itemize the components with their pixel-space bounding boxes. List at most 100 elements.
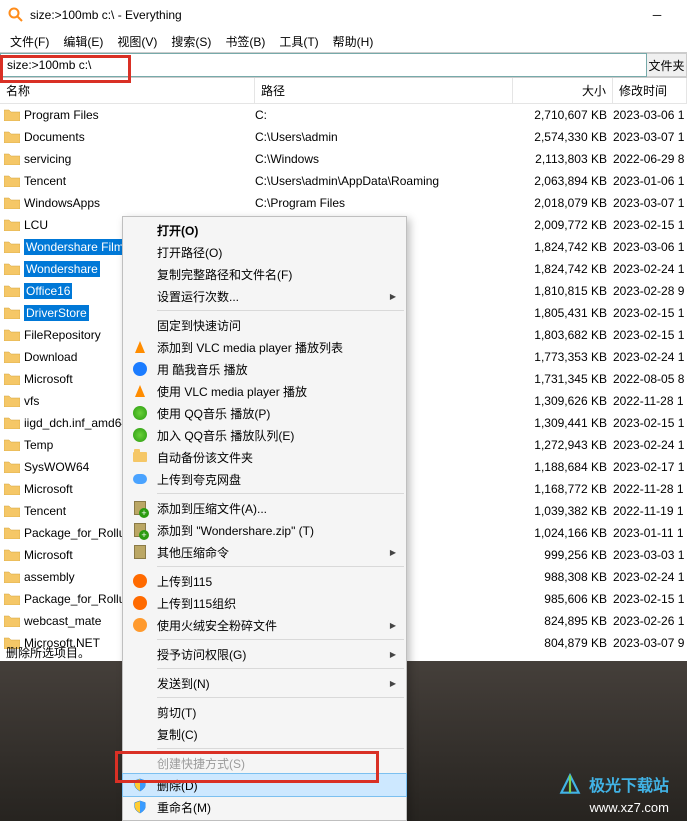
- folder-icon: [4, 305, 20, 321]
- menu-separator: [157, 668, 404, 669]
- menu-item-label: 上传到夸克网盘: [157, 471, 241, 488]
- file-type-button[interactable]: 文件夹: [647, 53, 687, 77]
- menu-item[interactable]: 剪切(T): [123, 701, 406, 723]
- cell-name: servicing: [24, 152, 255, 166]
- menu-item[interactable]: 删除(D): [123, 774, 406, 796]
- menu-item[interactable]: 使用 VLC media player 播放: [123, 380, 406, 402]
- zip-icon: [131, 543, 149, 561]
- menu-item[interactable]: 重命名(M): [123, 796, 406, 818]
- table-row[interactable]: WindowsAppsC:\Program Files2,018,079 KB2…: [0, 192, 687, 214]
- menu-item[interactable]: 使用火绒安全粉碎文件: [123, 614, 406, 636]
- menu-item[interactable]: 固定到快速访问: [123, 314, 406, 336]
- cell-size: 985,606 KB: [513, 592, 613, 606]
- menu-item-label: 自动备份该文件夹: [157, 449, 253, 466]
- folder-icon: [4, 503, 20, 519]
- cell-size: 1,188,684 KB: [513, 460, 613, 474]
- menu-item[interactable]: 上传到115: [123, 570, 406, 592]
- folder-icon: [4, 107, 20, 123]
- zip-add-icon: [131, 499, 149, 517]
- menu-item[interactable]: 打开(O): [123, 219, 406, 241]
- cell-date: 2023-02-24 1: [613, 350, 687, 364]
- cell-date: 2023-02-15 1: [613, 218, 687, 232]
- search-input[interactable]: [0, 53, 647, 77]
- menu-item[interactable]: 设置运行次数...: [123, 285, 406, 307]
- menu-help[interactable]: 帮助(H): [327, 31, 380, 52]
- menu-item-label: 其他压缩命令: [157, 544, 229, 561]
- cell-date: 2023-03-07 1: [613, 196, 687, 210]
- menu-item[interactable]: 添加到 "Wondershare.zip" (T): [123, 519, 406, 541]
- menu-item[interactable]: 用 酷我音乐 播放: [123, 358, 406, 380]
- cell-date: 2023-02-28 9: [613, 284, 687, 298]
- menu-edit[interactable]: 编辑(E): [57, 31, 109, 52]
- app-icon: [8, 7, 24, 23]
- header-path[interactable]: 路径: [255, 78, 513, 103]
- cell-size: 988,308 KB: [513, 570, 613, 584]
- menu-view[interactable]: 视图(V): [111, 31, 163, 52]
- cell-path: C:\Windows: [255, 152, 513, 166]
- menu-item[interactable]: 添加到压缩文件(A)...: [123, 497, 406, 519]
- cell-size: 2,113,803 KB: [513, 152, 613, 166]
- watermark-logo: 极光下载站: [557, 771, 669, 797]
- table-row[interactable]: Program FilesC:2,710,607 KB2023-03-06 1: [0, 104, 687, 126]
- folder-icon: [4, 129, 20, 145]
- menu-file[interactable]: 文件(F): [4, 31, 55, 52]
- menu-item[interactable]: 自动备份该文件夹: [123, 446, 406, 468]
- cell-path: C:: [255, 108, 513, 122]
- minimize-button[interactable]: ─: [635, 1, 679, 29]
- table-row[interactable]: servicingC:\Windows2,113,803 KB2022-06-2…: [0, 148, 687, 170]
- kugou-icon: [131, 360, 149, 378]
- cell-size: 2,063,894 KB: [513, 174, 613, 188]
- menu-item[interactable]: 打开路径(O): [123, 241, 406, 263]
- cell-date: 2022-06-29 8: [613, 152, 687, 166]
- menu-item[interactable]: 授予访问权限(G): [123, 643, 406, 665]
- menu-item-label: 固定到快速访问: [157, 317, 241, 334]
- menu-item[interactable]: 发送到(N): [123, 672, 406, 694]
- menu-item-label: 复制(C): [157, 726, 198, 743]
- zip-add-icon: [131, 521, 149, 539]
- cell-path: C:\Program Files: [255, 196, 513, 210]
- header-name[interactable]: 名称: [0, 78, 255, 103]
- cell-name: WindowsApps: [24, 196, 255, 210]
- menu-separator: [157, 310, 404, 311]
- cell-date: 2022-08-05 8: [613, 372, 687, 386]
- header-size[interactable]: 大小: [513, 78, 613, 103]
- menu-item[interactable]: 上传到115组织: [123, 592, 406, 614]
- cell-date: 2022-11-28 1: [613, 394, 687, 408]
- folder-icon: [4, 195, 20, 211]
- menu-tools[interactable]: 工具(T): [273, 31, 324, 52]
- cell-size: 1,805,431 KB: [513, 306, 613, 320]
- menu-item[interactable]: 添加到 VLC media player 播放列表: [123, 336, 406, 358]
- menu-item-label: 发送到(N): [157, 675, 210, 692]
- menu-bookmark[interactable]: 书签(B): [219, 31, 271, 52]
- menu-item: 创建快捷方式(S): [123, 752, 406, 774]
- cell-size: 2,710,607 KB: [513, 108, 613, 122]
- menu-item-label: 加入 QQ音乐 播放队列(E): [157, 427, 294, 444]
- menu-item[interactable]: 使用 QQ音乐 播放(P): [123, 402, 406, 424]
- table-row[interactable]: TencentC:\Users\admin\AppData\Roaming2,0…: [0, 170, 687, 192]
- cell-size: 1,803,682 KB: [513, 328, 613, 342]
- menu-item-label: 用 酷我音乐 播放: [157, 361, 248, 378]
- cell-date: 2023-03-03 1: [613, 548, 687, 562]
- menu-item[interactable]: 其他压缩命令: [123, 541, 406, 563]
- cell-date: 2022-11-19 1: [613, 504, 687, 518]
- folder-icon: [4, 569, 20, 585]
- vlc-icon: [131, 338, 149, 356]
- menu-separator: [157, 697, 404, 698]
- 115-icon: [131, 572, 149, 590]
- menu-item[interactable]: 加入 QQ音乐 播放队列(E): [123, 424, 406, 446]
- folder-icon: [4, 481, 20, 497]
- cell-date: 2023-01-06 1: [613, 174, 687, 188]
- header-date[interactable]: 修改时间: [613, 78, 687, 103]
- cell-size: 1,824,742 KB: [513, 240, 613, 254]
- menu-item-label: 使用火绒安全粉碎文件: [157, 617, 277, 634]
- menu-item-label: 重命名(M): [157, 799, 211, 816]
- menu-item[interactable]: 上传到夸克网盘: [123, 468, 406, 490]
- folder-icon: [4, 327, 20, 343]
- watermark-url: www.xz7.com: [590, 800, 669, 815]
- folder-icon: [4, 547, 20, 563]
- menu-search[interactable]: 搜索(S): [165, 31, 217, 52]
- table-row[interactable]: DocumentsC:\Users\admin2,574,330 KB2023-…: [0, 126, 687, 148]
- menu-item[interactable]: 复制完整路径和文件名(F): [123, 263, 406, 285]
- menu-item[interactable]: 复制(C): [123, 723, 406, 745]
- cell-date: 2023-02-17 1: [613, 460, 687, 474]
